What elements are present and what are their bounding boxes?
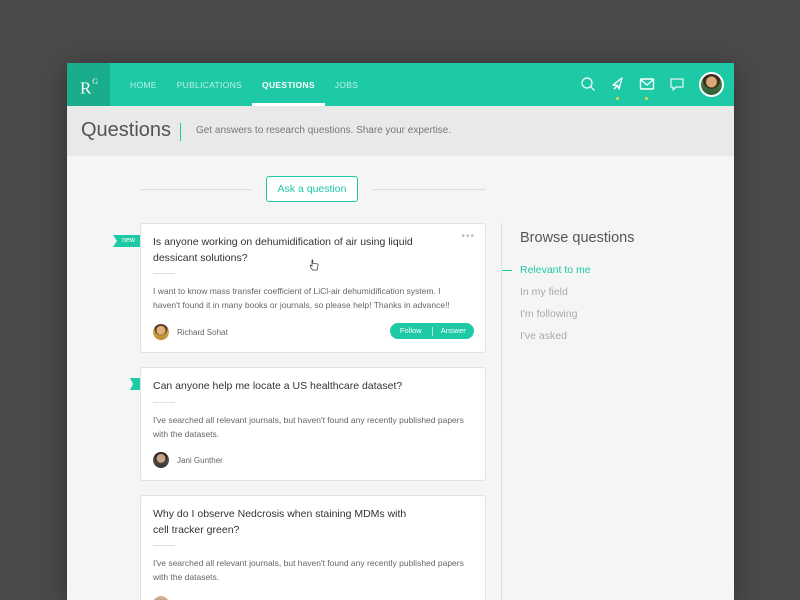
- active-filter-marker: [502, 270, 512, 271]
- logo[interactable]: RG: [67, 63, 110, 106]
- nav-questions[interactable]: QUESTIONS: [252, 63, 325, 106]
- question-card[interactable]: Can anyone help me locate a US healthcar…: [140, 367, 486, 481]
- logo-sup: G: [92, 77, 99, 86]
- title-rule: [153, 273, 175, 274]
- more-options-icon[interactable]: •••: [461, 231, 475, 242]
- filter-relevant-to-me[interactable]: Relevant to me: [520, 264, 591, 276]
- hand-cursor-icon: [309, 259, 319, 271]
- question-card[interactable]: Why do I observe Nedcrosis when staining…: [140, 495, 486, 600]
- page-title: Questions: [81, 119, 172, 141]
- nav-publications[interactable]: PUBLICATIONS: [177, 63, 242, 106]
- filter-following[interactable]: I'm following: [520, 308, 577, 320]
- page-header: Questions Get answers to research questi…: [67, 106, 734, 156]
- answer-button[interactable]: Answer: [433, 323, 475, 339]
- user-avatar[interactable]: [699, 72, 724, 97]
- ask-divider-right: [372, 189, 486, 190]
- chat-icon[interactable]: [669, 76, 685, 92]
- app-window: RG HOME PUBLICATIONS QUESTIONS JOBS Ques…: [67, 63, 734, 600]
- messages-icon[interactable]: [639, 76, 655, 92]
- question-body: I've searched all relevant journals, but…: [153, 558, 464, 582]
- follow-button[interactable]: Follow: [390, 323, 432, 339]
- top-nav-bar: RG HOME PUBLICATIONS QUESTIONS JOBS: [67, 63, 734, 106]
- author-name[interactable]: Richard Sohat: [177, 328, 228, 337]
- author-name[interactable]: Jani Gunther: [177, 456, 223, 465]
- question-flag-tag: [130, 378, 140, 390]
- question-card[interactable]: ••• Is anyone working on dehumidificatio…: [140, 223, 486, 353]
- author-avatar[interactable]: [153, 452, 169, 468]
- messages-badge-dot: [644, 96, 649, 101]
- question-body: I want to know mass transfer coefficient…: [153, 286, 450, 310]
- question-title[interactable]: Why do I observe Nedcrosis when staining…: [153, 506, 423, 538]
- filter-in-my-field[interactable]: In my field: [520, 286, 568, 298]
- new-tag: new: [113, 235, 140, 247]
- title-rule: [153, 402, 175, 403]
- nav-jobs[interactable]: JOBS: [335, 63, 358, 106]
- author-avatar[interactable]: [153, 324, 169, 340]
- question-title[interactable]: Is anyone working on dehumidification of…: [153, 234, 423, 266]
- page-subtitle: Get answers to research questions. Share…: [196, 125, 452, 136]
- ask-divider-left: [140, 189, 252, 190]
- filter-asked[interactable]: I've asked: [520, 330, 567, 342]
- notifications-icon[interactable]: [610, 76, 626, 92]
- browse-title: Browse questions: [520, 230, 635, 246]
- nav-home[interactable]: HOME: [130, 63, 157, 106]
- ask-question-button[interactable]: Ask a question: [266, 176, 358, 202]
- header-divider: [180, 123, 181, 141]
- notifications-badge-dot: [615, 96, 620, 101]
- main-nav: HOME PUBLICATIONS QUESTIONS JOBS: [130, 63, 378, 106]
- search-icon[interactable]: [580, 76, 596, 92]
- question-title[interactable]: Can anyone help me locate a US healthcar…: [153, 378, 423, 394]
- author-avatar[interactable]: [153, 596, 169, 600]
- logo-letter: R: [79, 78, 92, 98]
- column-divider: [501, 223, 502, 600]
- question-body: I've searched all relevant journals, but…: [153, 415, 464, 439]
- follow-answer-group: Follow Answer: [390, 323, 474, 339]
- title-rule: [153, 545, 175, 546]
